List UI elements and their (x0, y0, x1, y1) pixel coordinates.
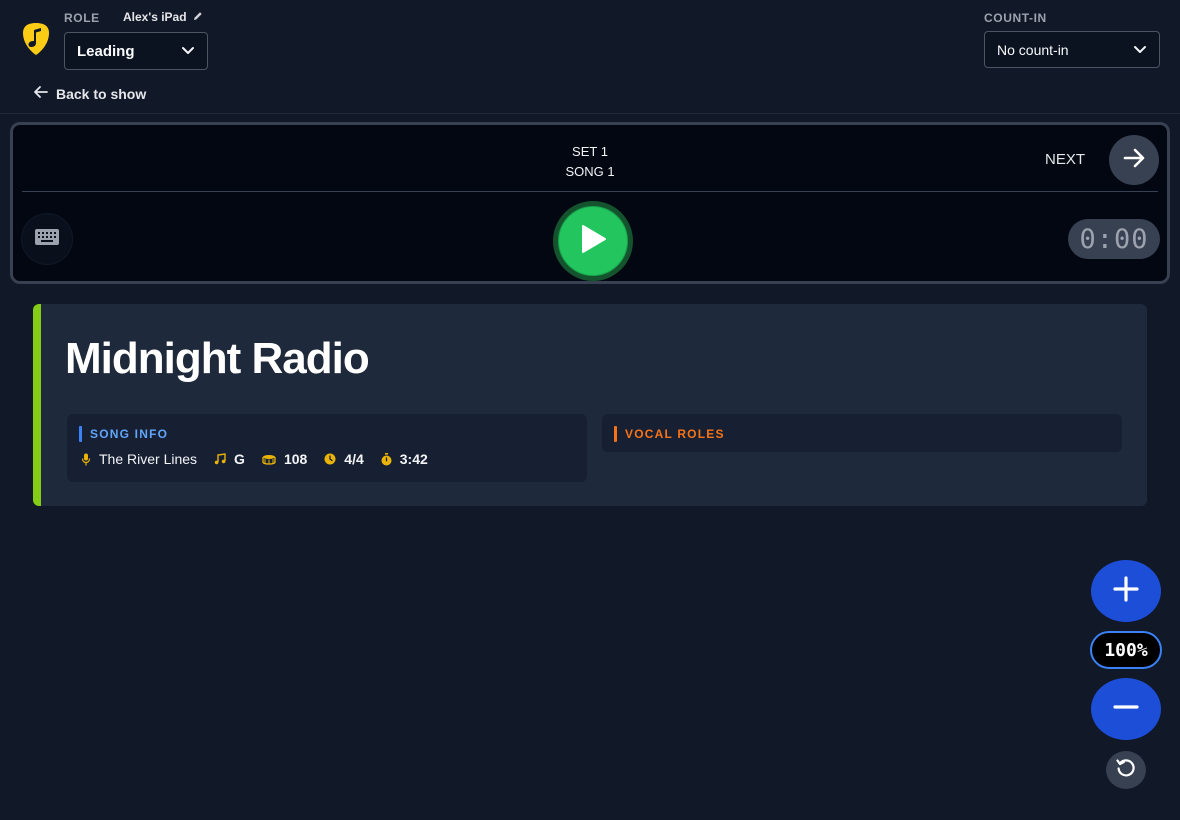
count-in-label: COUNT-IN (984, 11, 1047, 25)
heading-accent-bar (79, 426, 82, 442)
heading-accent-bar (614, 426, 617, 442)
transport-divider (22, 191, 1158, 192)
song-info-heading-text: SONG INFO (90, 427, 169, 441)
play-icon (578, 223, 608, 260)
count-in-select[interactable]: No count-in (984, 31, 1160, 68)
drum-icon (262, 453, 276, 465)
song-info-panel: SONG INFO The River Lines G 108 4/4 3:42 (67, 414, 587, 482)
time-signature: 4/4 (344, 451, 364, 467)
vocal-roles-panel: VOCAL ROLES (602, 414, 1122, 452)
play-button-inner (559, 207, 627, 275)
role-label: ROLE (64, 11, 100, 25)
arrow-left-icon (33, 85, 49, 102)
vocal-roles-heading-text: VOCAL ROLES (625, 427, 725, 441)
count-in-select-value: No count-in (997, 41, 1069, 58)
duration-item: 3:42 (381, 451, 428, 467)
top-bar: ROLE Alex's iPad Leading COUNT-IN No cou… (0, 0, 1180, 114)
zoom-out-button[interactable] (1091, 678, 1161, 740)
role-select-value: Leading (77, 42, 135, 60)
song-duration: 3:42 (399, 451, 428, 467)
song-bpm: 108 (283, 451, 308, 467)
song-info-heading: SONG INFO (79, 426, 168, 442)
edit-pencil-icon[interactable] (193, 10, 203, 24)
music-note-icon (214, 453, 226, 465)
stopwatch-icon (381, 452, 392, 466)
set-label: SET 1 (572, 144, 608, 159)
transport-panel: SET 1 SONG 1 NEXT 0:00 (10, 122, 1170, 284)
app-logo-icon (22, 22, 50, 56)
key-item: G (214, 451, 245, 467)
song-card: Midnight Radio SONG INFO The River Lines… (33, 304, 1147, 506)
bpm-item: 108 (262, 451, 307, 467)
elapsed-timer: 0:00 (1068, 219, 1160, 259)
back-to-show-link[interactable]: Back to show (33, 85, 146, 102)
set-song-info: SET 1 SONG 1 (13, 142, 1167, 182)
next-label[interactable]: NEXT (1045, 151, 1085, 168)
next-button[interactable] (1109, 135, 1159, 185)
clock-icon (324, 453, 336, 465)
song-label: SONG 1 (565, 164, 615, 179)
song-info-row: The River Lines G 108 4/4 3:42 (81, 451, 445, 467)
back-to-show-label: Back to show (56, 85, 147, 102)
microphone-icon (81, 453, 91, 466)
artist-item: The River Lines (81, 451, 197, 467)
zoom-level: 100% (1090, 631, 1162, 669)
device-name[interactable]: Alex's iPad (123, 10, 203, 24)
keyboard-shortcuts-button[interactable] (21, 213, 73, 265)
plus-icon (1112, 575, 1140, 608)
device-name-text: Alex's iPad (123, 10, 187, 24)
role-select[interactable]: Leading (64, 32, 208, 70)
arrow-right-icon (1122, 148, 1146, 173)
song-title: Midnight Radio (65, 334, 370, 383)
keyboard-icon (34, 228, 60, 251)
reset-zoom-button[interactable] (1106, 751, 1146, 789)
artist-name: The River Lines (99, 451, 198, 467)
zoom-in-button[interactable] (1091, 560, 1161, 622)
minus-icon (1112, 693, 1140, 726)
vocal-roles-heading: VOCAL ROLES (614, 426, 725, 442)
song-key: G (234, 451, 245, 467)
chevron-down-icon (181, 43, 195, 60)
chevron-down-icon (1133, 42, 1147, 58)
play-button[interactable] (553, 201, 633, 281)
reset-icon (1115, 757, 1137, 784)
time-signature-item: 4/4 (324, 451, 364, 467)
